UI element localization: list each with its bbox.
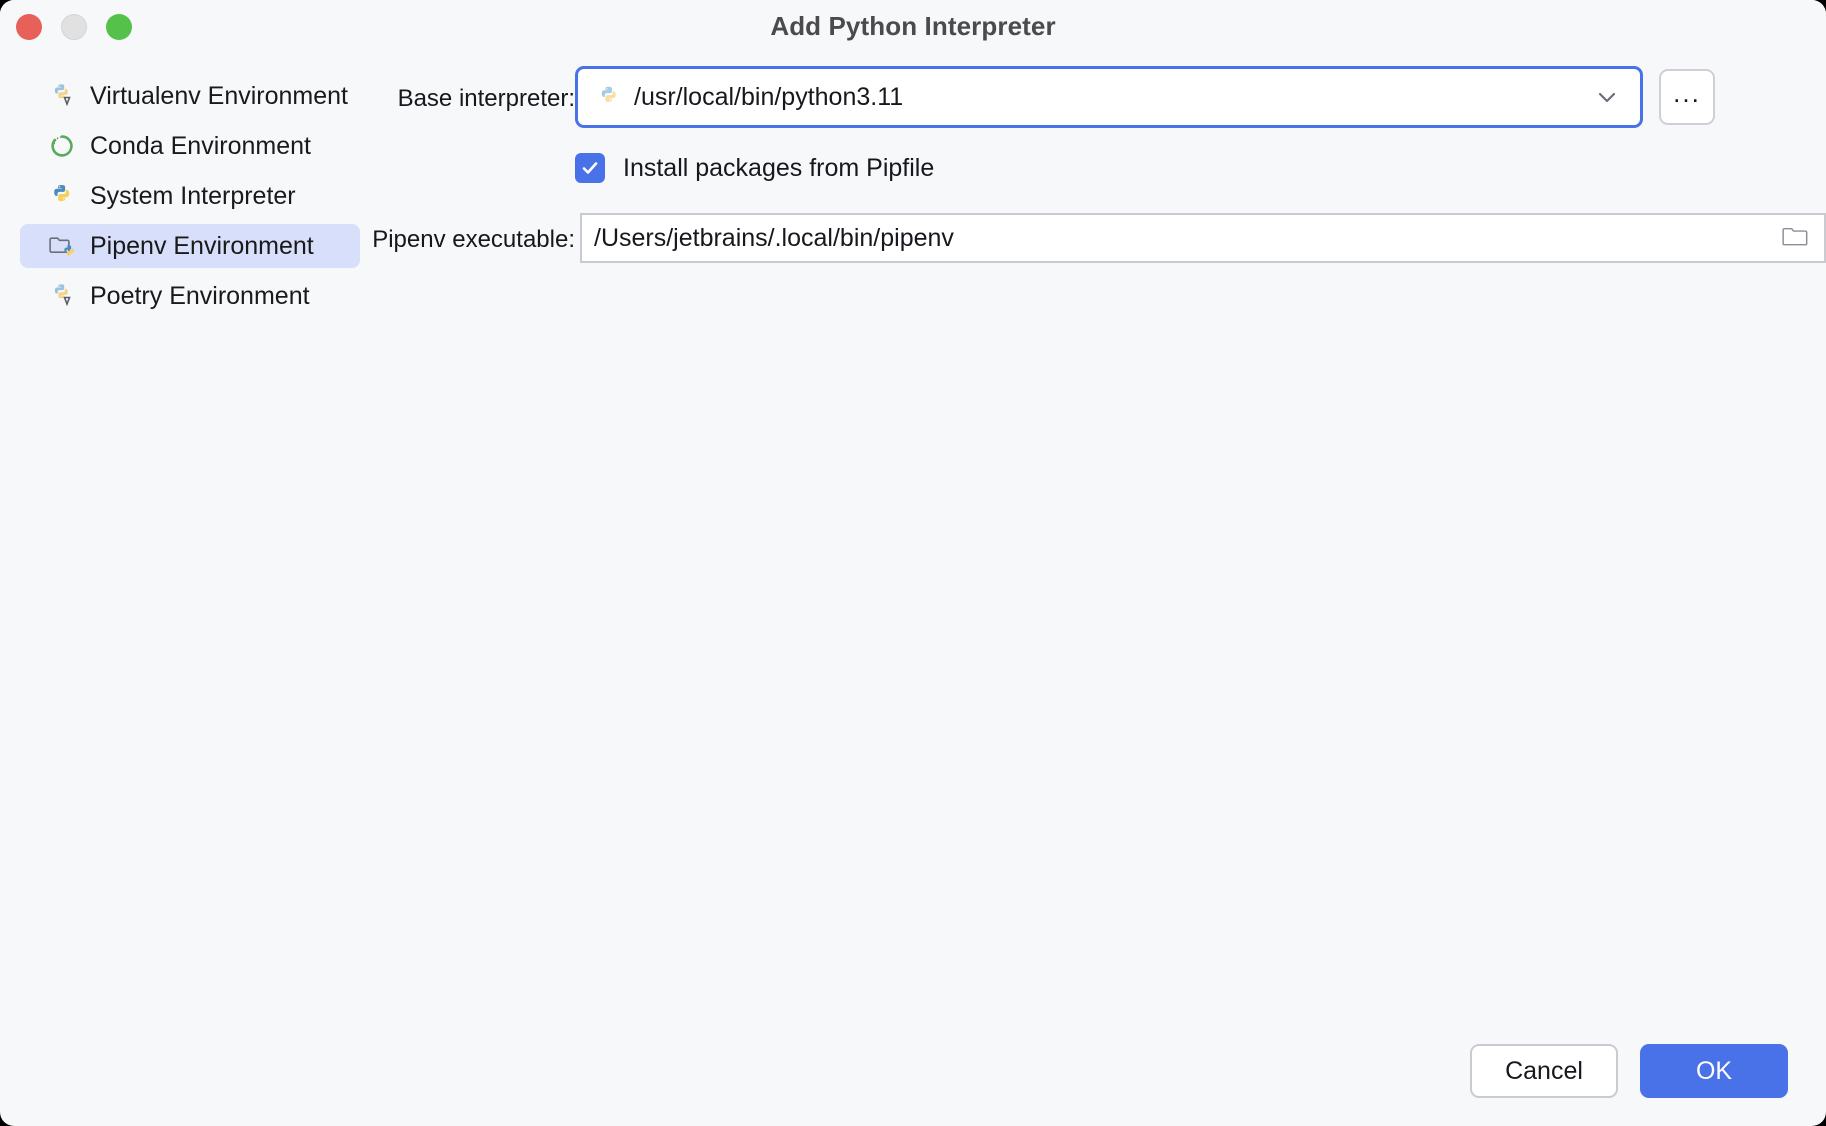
- sidebar-item-poetry-environment[interactable]: Poetry Environment: [20, 274, 360, 318]
- cancel-button[interactable]: Cancel: [1470, 1044, 1618, 1098]
- sidebar-item-label: Conda Environment: [90, 134, 311, 159]
- dialog-buttons: Cancel OK: [1470, 1044, 1788, 1098]
- pipenv-executable-row: Pipenv executable: /Users/jetbrains/.loc…: [400, 213, 1826, 263]
- title-bar: Add Python Interpreter: [0, 0, 1826, 56]
- ok-button[interactable]: OK: [1640, 1044, 1788, 1098]
- ellipsis-button[interactable]: ...: [1659, 69, 1715, 125]
- sidebar-item-label: System Interpreter: [90, 184, 296, 209]
- install-packages-label[interactable]: Install packages from Pipfile: [623, 154, 934, 183]
- install-packages-row: Install packages from Pipfile: [575, 153, 934, 183]
- base-interpreter-label: Base interpreter:: [355, 85, 575, 113]
- pipenv-executable-label: Pipenv executable:: [355, 226, 575, 254]
- chevron-down-icon[interactable]: [1596, 86, 1618, 108]
- pipenv-executable-value: /Users/jetbrains/.local/bin/pipenv: [594, 224, 954, 253]
- dialog-window: Add Python Interpreter Virtualenv Enviro…: [0, 0, 1826, 1126]
- sidebar-item-conda-environment[interactable]: Conda Environment: [20, 124, 360, 168]
- python-venv-icon: [48, 82, 76, 110]
- folder-python-icon: [48, 232, 76, 260]
- base-interpreter-row: Base interpreter: /usr/local/bin/python3…: [400, 66, 1826, 132]
- sidebar-item-label: Virtualenv Environment: [90, 84, 348, 109]
- sidebar-item-system-interpreter[interactable]: System Interpreter: [20, 174, 360, 218]
- window-title: Add Python Interpreter: [0, 11, 1826, 42]
- conda-ring-icon: [48, 132, 76, 160]
- sidebar-item-pipenv-environment[interactable]: Pipenv Environment: [20, 224, 360, 268]
- base-interpreter-combobox[interactable]: /usr/local/bin/python3.11: [575, 66, 1643, 128]
- sidebar-item-label: Pipenv Environment: [90, 234, 314, 259]
- base-interpreter-value: /usr/local/bin/python3.11: [634, 83, 903, 112]
- sidebar-item-virtualenv-environment[interactable]: Virtualenv Environment: [20, 74, 360, 118]
- install-packages-checkbox[interactable]: [575, 153, 605, 183]
- python-venv-icon: [48, 282, 76, 310]
- environment-type-list: Virtualenv Environment Conda Environment: [0, 74, 400, 1024]
- pipenv-executable-field[interactable]: /Users/jetbrains/.local/bin/pipenv: [580, 213, 1826, 263]
- python-icon: [48, 182, 76, 210]
- folder-icon[interactable]: [1782, 226, 1810, 250]
- sidebar-item-label: Poetry Environment: [90, 284, 310, 309]
- python-icon: [596, 84, 622, 110]
